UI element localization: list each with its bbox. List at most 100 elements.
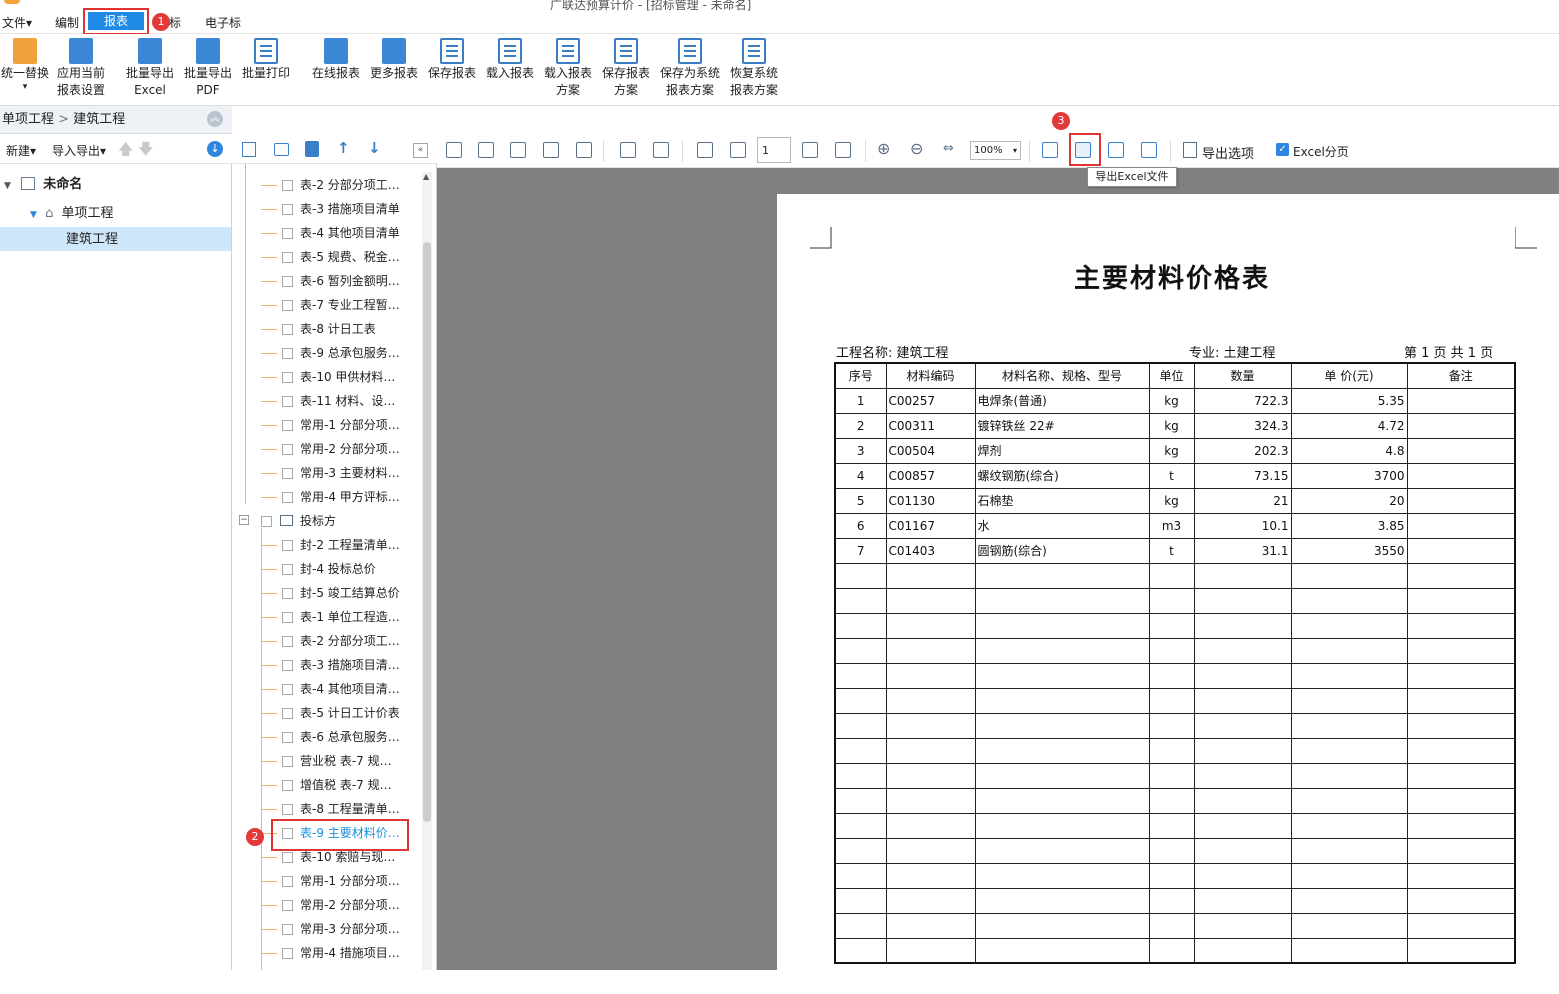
report-checkbox[interactable]	[282, 468, 293, 479]
report-checkbox[interactable]	[282, 444, 293, 455]
import-export-dropdown[interactable]: 导入导出▾	[52, 142, 106, 159]
tree-root[interactable]: ▼ 未命名	[4, 173, 82, 197]
design-icon[interactable]	[543, 142, 559, 158]
last-page-icon[interactable]	[835, 142, 851, 158]
ribbon-btn-batch-print[interactable]: 批量打印	[240, 38, 292, 82]
ribbon-btn-load-report[interactable]: 载入报表	[484, 38, 536, 82]
multi-page-icon[interactable]	[653, 142, 669, 158]
print-icon	[254, 38, 278, 64]
ribbon-btn-batch-pdf[interactable]: 批量导出 PDF	[182, 38, 234, 99]
report-checkbox[interactable]	[282, 228, 293, 239]
delete-icon[interactable]	[305, 141, 319, 157]
report-checkbox[interactable]	[282, 924, 293, 935]
menu-bid[interactable]: 标	[169, 14, 181, 31]
page-number-input[interactable]: 1	[757, 137, 791, 163]
move-up-icon[interactable]: ↑	[337, 139, 350, 157]
report-label: 表-5 规费、税金…	[300, 250, 400, 264]
report-checkbox[interactable]	[282, 852, 293, 863]
prev-page-icon[interactable]	[730, 142, 746, 158]
separator	[1170, 140, 1171, 162]
menu-file[interactable]: 文件▾	[2, 14, 32, 31]
report-checkbox[interactable]	[282, 780, 293, 791]
report-checkbox[interactable]	[282, 612, 293, 623]
report-checkbox[interactable]	[282, 372, 293, 383]
ribbon-btn-replace[interactable]: 统一替换 ▾	[0, 38, 50, 92]
ribbon-btn-load-scheme[interactable]: 载入报表 方案	[542, 38, 594, 99]
report-checkbox[interactable]	[282, 204, 293, 215]
report-checkbox[interactable]	[282, 948, 293, 959]
zoom-out-icon[interactable]: ⊖	[910, 139, 923, 158]
expand-down-icon[interactable]: ↓	[207, 141, 223, 157]
report-checkbox[interactable]	[282, 324, 293, 335]
report-checkbox[interactable]	[282, 756, 293, 767]
add-report-icon[interactable]	[242, 142, 256, 157]
scroll-up-arrow-icon[interactable]: ▲	[423, 172, 429, 181]
export-icon[interactable]	[1042, 142, 1058, 158]
export-options-button[interactable]: 导出选项	[1202, 143, 1254, 162]
breadcrumb-item[interactable]: 建筑工程	[73, 112, 125, 127]
ribbon-btn-apply-settings[interactable]: 应用当前 报表设置	[54, 38, 108, 99]
ribbon-btn-restore-system-scheme[interactable]: 恢复系统 报表方案	[726, 38, 782, 99]
report-checkbox[interactable]	[282, 876, 293, 887]
collapse-minus-icon[interactable]: −	[239, 515, 249, 525]
scrollbar-thumb[interactable]	[423, 242, 431, 822]
ribbon-btn-online-report[interactable]: 在线报表	[310, 38, 362, 82]
report-checkbox[interactable]	[282, 708, 293, 719]
ribbon-label: PDF	[196, 83, 220, 97]
report-checkbox[interactable]	[282, 420, 293, 431]
move-up-icon[interactable]: 🡅	[118, 139, 133, 164]
report-checkbox[interactable]	[282, 300, 293, 311]
tree-node-single-project[interactable]: ▼ ⌂ 单项工程	[30, 202, 113, 226]
tree-node-building[interactable]: 建筑工程	[66, 228, 118, 252]
report-checkbox[interactable]	[282, 396, 293, 407]
report-checkbox[interactable]	[282, 732, 293, 743]
new-dropdown[interactable]: 新建▾	[6, 142, 36, 159]
table-cell	[1148, 687, 1195, 714]
export-pdf-icon[interactable]	[1141, 142, 1157, 158]
zoom-select[interactable]: 100% ▾	[970, 141, 1021, 160]
move-down-icon[interactable]: ↓	[368, 139, 381, 157]
table-cell	[974, 612, 1150, 639]
modify-icon[interactable]	[576, 142, 592, 158]
add-folder-icon[interactable]	[274, 143, 289, 156]
report-checkbox[interactable]	[282, 276, 293, 287]
report-checkbox[interactable]	[282, 636, 293, 647]
move-down-icon[interactable]: 🡇	[138, 139, 153, 164]
report-checkbox[interactable]	[282, 252, 293, 263]
edit-icon[interactable]	[478, 142, 494, 158]
report-checkbox[interactable]	[282, 588, 293, 599]
report-checkbox[interactable]	[282, 564, 293, 575]
ribbon-btn-more-reports[interactable]: 更多报表	[368, 38, 420, 82]
page-setup-icon[interactable]	[510, 142, 526, 158]
ribbon-btn-save-report[interactable]: 保存报表	[426, 38, 478, 82]
ribbon-btn-batch-excel[interactable]: 批量导出 Excel	[124, 38, 176, 99]
ribbon-btn-save-system-scheme[interactable]: 保存为系统 报表方案	[658, 38, 722, 99]
collapse-panel-icon[interactable]: «	[413, 143, 428, 158]
report-label: 表-9 总承包服务…	[300, 346, 400, 360]
report-checkbox[interactable]	[282, 540, 293, 551]
print-icon[interactable]	[446, 142, 462, 158]
export-word-icon[interactable]	[1108, 142, 1124, 158]
report-checkbox[interactable]	[282, 180, 293, 191]
report-checkbox[interactable]	[282, 804, 293, 815]
menu-edit[interactable]: 编制	[55, 14, 79, 31]
menu-e-bid[interactable]: 电子标	[205, 14, 241, 31]
table-cell: 73.15	[1193, 462, 1292, 489]
excel-paging-checkbox[interactable]: ✓	[1276, 143, 1289, 156]
fit-width-icon[interactable]: ⇔	[943, 141, 954, 156]
scrollbar[interactable]: ▲	[422, 172, 432, 970]
ribbon-btn-save-scheme[interactable]: 保存报表 方案	[600, 38, 652, 99]
collapse-up-icon[interactable]: ︽	[207, 111, 223, 127]
table-row: 2 C00311 镀锌铁丝 22# kg 324.3 4.72	[834, 412, 1516, 439]
report-checkbox[interactable]	[282, 492, 293, 503]
report-checkbox[interactable]	[282, 660, 293, 671]
report-checkbox[interactable]	[282, 900, 293, 911]
report-checkbox[interactable]	[282, 684, 293, 695]
next-page-icon[interactable]	[802, 142, 818, 158]
single-page-icon[interactable]	[620, 142, 636, 158]
report-checkbox[interactable]	[261, 516, 272, 527]
zoom-in-icon[interactable]: ⊕	[877, 139, 890, 158]
report-checkbox[interactable]	[282, 348, 293, 359]
first-page-icon[interactable]	[697, 142, 713, 158]
breadcrumb-item[interactable]: 单项工程	[2, 112, 54, 127]
